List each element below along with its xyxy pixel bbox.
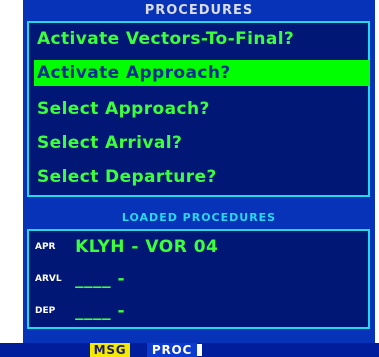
cursor-indicator — [197, 344, 202, 356]
loaded-arrival-row[interactable]: ARVL ____ - — [35, 267, 125, 289]
arrival-label: ARVL — [35, 273, 62, 284]
proc-softkey[interactable]: PROC — [147, 343, 197, 357]
departure-label: DEP — [35, 305, 56, 316]
loaded-procedures-panel: APR KLYH - VOR 04 ARVL ____ - DEP ____ - — [27, 229, 370, 329]
menu-item-select-arrival[interactable]: Select Arrival? — [37, 130, 182, 156]
procedures-menu: Activate Vectors-To-Final? Activate Appr… — [27, 21, 370, 197]
loaded-departure-row[interactable]: DEP ____ - — [35, 299, 125, 321]
gps-procedures-screen: PROCEDURES Activate Vectors-To-Final? Ac… — [23, 0, 375, 357]
softkey-bar: MSG PROC — [0, 343, 379, 357]
page-title: PROCEDURES — [144, 3, 254, 18]
loaded-procedures-title: LOADED PROCEDURES — [121, 211, 277, 224]
menu-item-select-departure[interactable]: Select Departure? — [37, 164, 217, 190]
loaded-approach-row[interactable]: APR KLYH - VOR 04 — [35, 235, 218, 257]
menu-item-activate-vectors-to-final[interactable]: Activate Vectors-To-Final? — [37, 26, 294, 52]
approach-label: APR — [35, 241, 56, 252]
msg-softkey[interactable]: MSG — [90, 343, 130, 357]
departure-value: ____ - — [75, 300, 126, 321]
menu-item-activate-approach[interactable]: Activate Approach? — [34, 60, 370, 86]
approach-value: KLYH - VOR 04 — [75, 236, 219, 257]
arrival-value: ____ - — [75, 268, 126, 289]
menu-item-select-approach[interactable]: Select Approach? — [37, 96, 210, 122]
